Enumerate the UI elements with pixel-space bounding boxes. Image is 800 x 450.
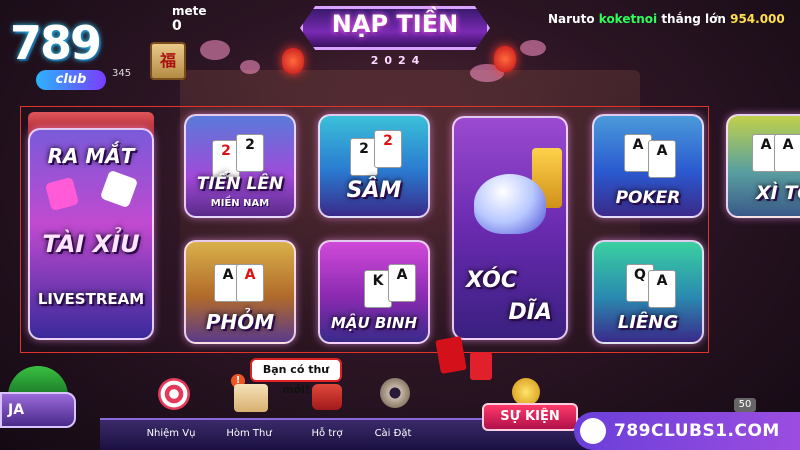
ticker-amount: 954.000	[730, 12, 785, 26]
playing-card: 2	[374, 130, 402, 168]
nav-support[interactable]: Hỗ trợ	[292, 428, 362, 439]
playing-card: A	[388, 264, 416, 302]
xito-title: XÌ TỐ	[756, 182, 800, 204]
playing-card: A	[648, 270, 676, 308]
new-mail-tooltip: Bạn có thư mới!	[250, 358, 342, 396]
red-envelope-icon	[470, 352, 492, 380]
red-envelope-icon	[435, 336, 467, 374]
xocdia-line1: XÓC	[466, 268, 518, 293]
jackpot-button[interactable]: JA	[0, 392, 76, 428]
lantern-icon	[494, 46, 516, 72]
dice-icon	[99, 169, 139, 209]
game-card-phom[interactable]: A A PHỎM	[184, 240, 296, 344]
globe-icon	[580, 418, 606, 444]
ticker-message: thắng lớn	[661, 12, 726, 26]
nav-missions[interactable]: Nhiệm Vụ	[136, 428, 206, 439]
tienlen-subtitle: MIỀN NAM	[210, 198, 270, 209]
ticker-player: Naruto	[548, 12, 595, 26]
target-icon[interactable]	[158, 378, 190, 410]
deposit-banner-title[interactable]: NẠP TIỀN	[300, 10, 490, 38]
taixiu-line2: TÀI XỈU	[42, 230, 140, 258]
playing-card: A	[236, 264, 264, 302]
game-card-maubinh[interactable]: K A MẬU BINH	[318, 240, 430, 344]
phone-icon[interactable]	[312, 384, 342, 410]
deposit-banner-year: 2024	[370, 54, 426, 67]
phom-title: PHỎM	[205, 310, 275, 334]
game-card-lieng[interactable]: Q A LIÊNG	[592, 240, 704, 344]
taixiu-line3: LIVESTREAM	[37, 290, 145, 308]
coin-icon	[512, 378, 540, 406]
user-balance: 0	[172, 18, 182, 34]
maubinh-title: MẬU BINH	[330, 314, 418, 332]
watermark-text: 789CLUBS1.COM	[614, 421, 780, 441]
tienlen-title: TIẾN LÊN	[196, 174, 284, 194]
nav-settings[interactable]: Cài Đặt	[358, 428, 428, 439]
bowl-icon	[474, 174, 546, 234]
sakura-blossom	[200, 40, 230, 60]
playing-card: 2	[236, 134, 264, 172]
xocdia-line2: DĨA	[508, 300, 552, 325]
game-card-taixiu[interactable]: RA MẮT TÀI XỈU LIVESTREAM	[28, 128, 154, 340]
playing-card: A	[774, 134, 800, 172]
game-card-tienlen[interactable]: 2 2 TIẾN LÊN MIỀN NAM	[184, 114, 296, 218]
lantern-icon	[282, 48, 304, 74]
jackpot-label: JA	[8, 402, 25, 418]
game-card-sam[interactable]: 2 2 SÂM	[318, 114, 430, 218]
scroll-icon[interactable]: 福	[150, 42, 186, 80]
user-name: mete	[172, 4, 207, 18]
taixiu-line1: RA MẮT	[47, 144, 135, 168]
user-id: 345	[112, 68, 132, 79]
sakura-blossom	[240, 60, 260, 74]
poker-title: POKER	[615, 188, 681, 208]
sakura-blossom	[520, 40, 546, 56]
nav-mailbox[interactable]: Hòm Thư	[214, 428, 284, 439]
game-card-xocdia[interactable]: XÓC DĨA	[452, 116, 568, 340]
mail-icon[interactable]	[234, 384, 268, 412]
lieng-title: LIÊNG	[617, 312, 679, 333]
app-logo: 789 club	[6, 14, 126, 94]
win-ticker: Naruto koketnoi thắng lớn 954.000	[548, 12, 785, 26]
event-button[interactable]: SỰ KIỆN	[482, 403, 578, 431]
game-card-poker[interactable]: A A POKER	[592, 114, 704, 218]
ticker-game: koketnoi	[598, 12, 658, 26]
sam-title: SÂM	[346, 178, 402, 203]
gear-icon[interactable]	[380, 378, 410, 408]
logo-club-label: club	[36, 70, 106, 90]
dice-icon	[44, 176, 80, 212]
logo-number: 789	[10, 16, 102, 70]
level-badge: 50	[734, 398, 756, 412]
game-card-xito[interactable]: A A XÌ TỐ	[726, 114, 800, 218]
playing-card: A	[648, 140, 676, 178]
